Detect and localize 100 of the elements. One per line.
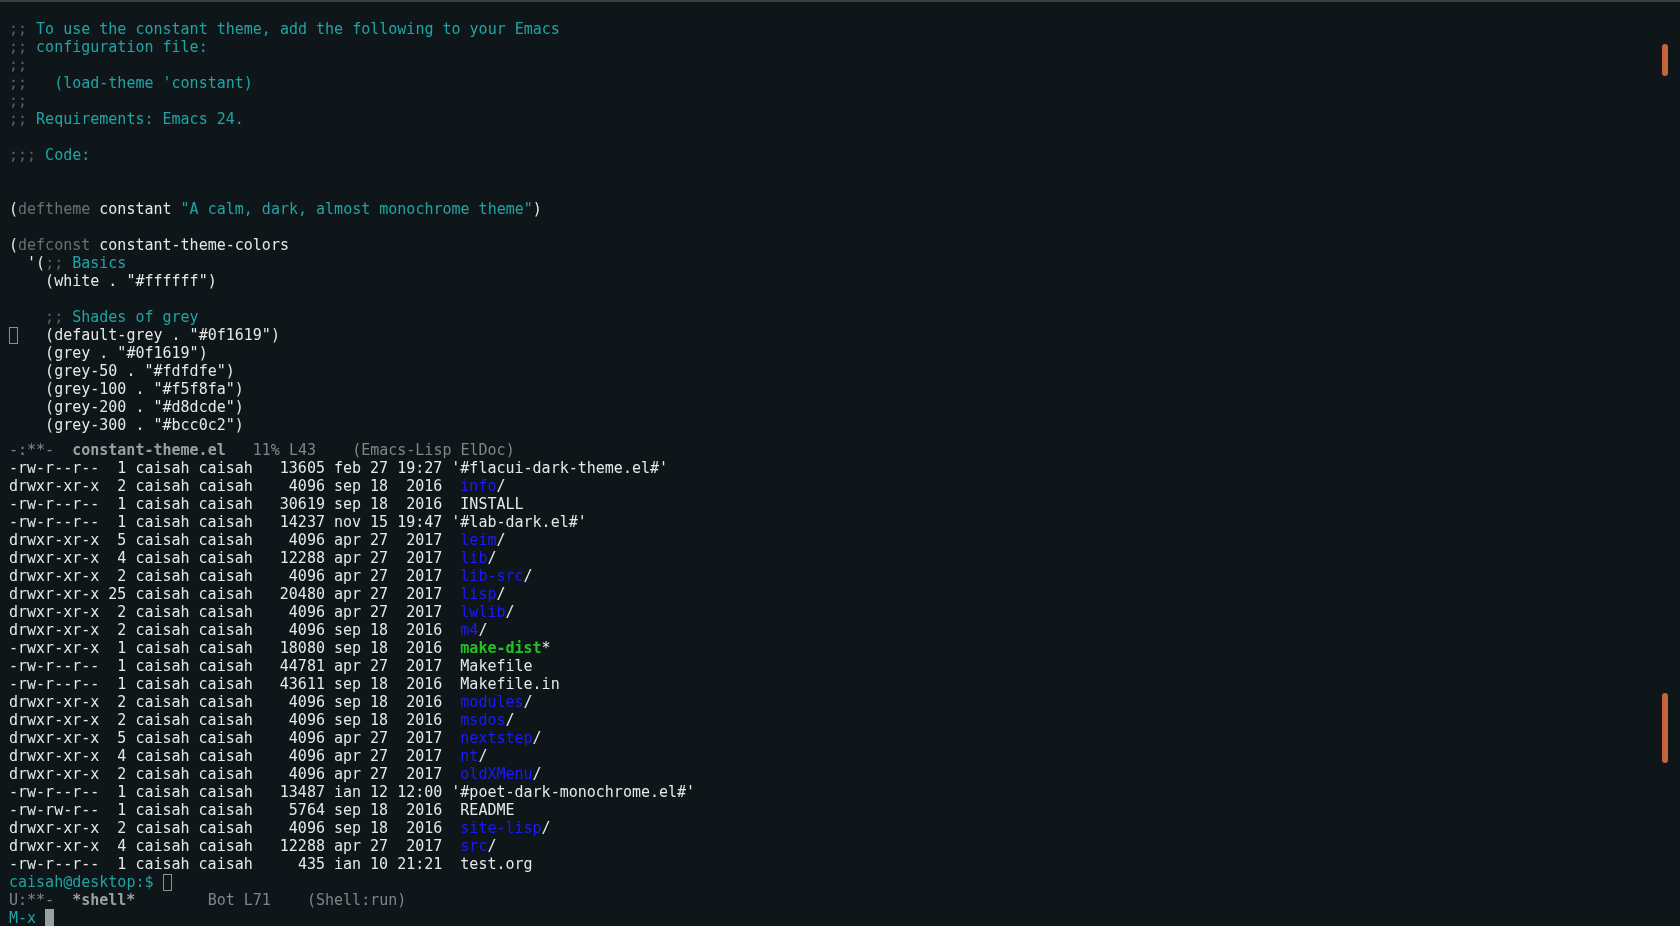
file-day: 27 [370,585,389,603]
link-count: 1 [116,495,127,513]
code-line: (default-grey . "#0f1619") [44,326,280,344]
file-owner: caisah [135,747,190,765]
file-name: src/ [460,837,497,855]
file-permissions: -rw-r--r-- [9,675,100,693]
file-group: caisah [198,495,253,513]
file-month: sep [334,801,362,819]
file-size: 12288 [278,549,325,567]
file-size: 4096 [287,531,325,549]
file-day: 18 [370,675,389,693]
file-name: lisp/ [460,585,506,603]
file-month: apr [334,729,362,747]
file-time: 2017 [405,549,443,567]
file-time: 2016 [405,693,443,711]
link-count: 5 [116,531,127,549]
file-group: caisah [198,567,253,585]
file-name: site-lisp/ [460,819,551,837]
file-size: 5764 [287,801,325,819]
file-month: sep [334,639,362,657]
file-size: 4096 [287,477,325,495]
file-day: 18 [370,711,389,729]
file-owner: caisah [135,855,190,873]
code-line: (grey-100 . "#f5f8fa") [44,380,244,398]
file-owner: caisah [135,675,190,693]
file-size: 4096 [287,729,325,747]
file-permissions: drwxr-xr-x [9,477,100,495]
mode-line-position: Bot L71 [207,891,271,909]
scroll-indicator [1662,693,1668,763]
file-month: apr [334,765,362,783]
file-name: README [460,801,515,819]
file-group: caisah [198,711,253,729]
file-permissions: -rw-r--r-- [9,459,100,477]
file-name: '#flacui-dark-theme.el#' [451,459,669,477]
file-name: INSTALL [460,495,524,513]
file-size: 4096 [287,747,325,765]
file-group: caisah [198,459,253,477]
code-line: (grey-50 . "#fdfdfe") [44,362,235,380]
code-line: '(;; Basics [26,254,127,272]
file-group: caisah [198,783,253,801]
file-name: msdos/ [460,711,515,729]
file-day: 27 [370,657,389,675]
file-month: sep [334,693,362,711]
file-owner: caisah [135,621,190,639]
file-size: 435 [296,855,325,873]
file-size: 4096 [287,567,325,585]
file-day: 18 [370,693,389,711]
file-month: sep [334,495,362,513]
file-size: 18080 [278,639,325,657]
file-month: feb [334,459,362,477]
file-name: Makefile [460,657,533,675]
file-owner: caisah [135,639,190,657]
file-name: modules/ [460,693,533,711]
file-group: caisah [198,801,253,819]
code-line: ;; Requirements: Emacs 24. [9,110,244,128]
file-size: 43611 [278,675,325,693]
file-size: 14237 [278,513,325,531]
file-group: caisah [198,765,253,783]
file-day: 27 [370,567,389,585]
file-permissions: drwxr-xr-x [9,531,100,549]
file-month: apr [334,567,362,585]
file-permissions: -rwxr-xr-x [9,639,100,657]
file-name: lwlib/ [460,603,515,621]
file-month: sep [334,711,362,729]
link-count: 1 [116,459,127,477]
code-line: (deftheme constant "A calm, dark, almost monochrome theme") [9,200,542,218]
link-count: 4 [116,837,127,855]
file-time: 2017 [405,603,443,621]
file-day: 27 [370,747,389,765]
file-name: nt/ [460,747,488,765]
file-owner: caisah [135,495,190,513]
file-owner: caisah [135,657,190,675]
file-group: caisah [198,549,253,567]
file-time: 21:21 [397,855,443,873]
link-count: 2 [116,711,127,729]
file-month: sep [334,477,362,495]
file-group: caisah [198,603,253,621]
link-count: 1 [116,639,127,657]
file-group: caisah [198,513,253,531]
file-group: caisah [198,747,253,765]
link-count: 2 [116,819,127,837]
file-time: 2017 [405,747,443,765]
file-permissions: -rw-r--r-- [9,855,100,873]
file-owner: caisah [135,783,190,801]
file-name: make-dist* [460,639,551,657]
file-month: apr [334,531,362,549]
link-count: 2 [116,693,127,711]
link-count: 2 [116,765,127,783]
file-day: 27 [370,459,389,477]
file-time: 2017 [405,729,443,747]
file-group: caisah [198,621,253,639]
link-count: 1 [116,855,127,873]
file-owner: caisah [135,819,190,837]
file-permissions: drwxr-xr-x [9,765,100,783]
code-line: ;; configuration file: [9,38,208,56]
file-permissions: -rw-r--r-- [9,657,100,675]
file-size: 13487 [278,783,325,801]
file-size: 12288 [278,837,325,855]
file-day: 27 [370,729,389,747]
file-owner: caisah [135,603,190,621]
